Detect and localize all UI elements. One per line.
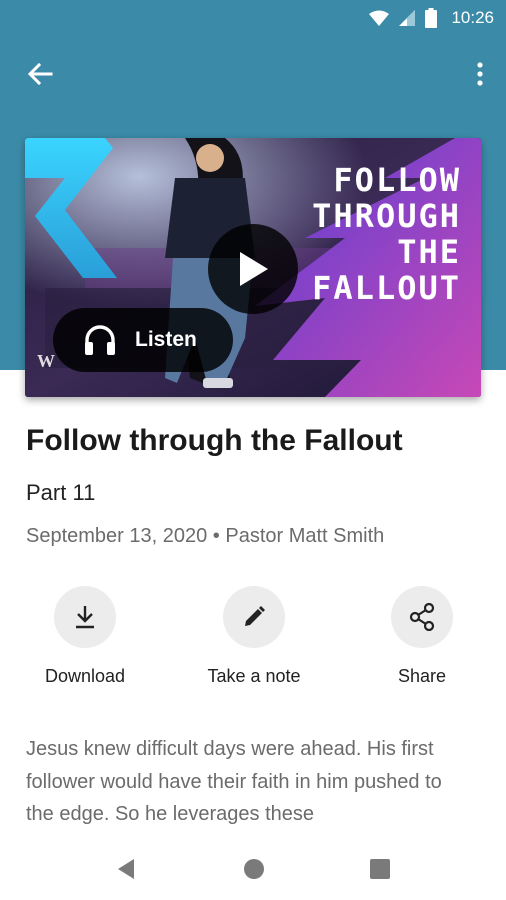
nav-recents-icon (370, 859, 390, 879)
more-vert-icon (477, 62, 483, 86)
sermon-date-speaker: September 13, 2020 • Pastor Matt Smith (26, 525, 385, 547)
system-nav-bar (0, 840, 506, 900)
arrow-back-icon (27, 62, 53, 86)
app-bar (0, 48, 506, 100)
nav-back-button[interactable] (111, 854, 141, 884)
more-options-button[interactable] (468, 58, 492, 90)
back-button[interactable] (20, 58, 60, 90)
download-label: Download (44, 666, 126, 686)
listen-label: Listen (135, 328, 197, 351)
take-note-label: Take a note (207, 666, 301, 686)
status-time: 10:26 (451, 8, 494, 27)
share-button[interactable]: Share (352, 586, 492, 687)
sermon-media-card[interactable]: FOLLOW THROUGH THE FALLOUT W Listen (25, 138, 481, 397)
take-note-button[interactable]: Take a note (184, 586, 324, 687)
nav-recents-button[interactable] (365, 854, 395, 884)
battery-icon (425, 8, 438, 28)
sermon-title: Follow through the Fallout (26, 424, 403, 457)
download-button[interactable]: Download (15, 586, 155, 687)
sermon-part: Part 11 (26, 480, 96, 505)
share-label: Share (397, 666, 447, 686)
sermon-description: Jesus knew difficult days were ahead. Hi… (26, 738, 442, 825)
listen-button[interactable]: Listen (53, 308, 233, 372)
nav-home-icon (244, 859, 264, 879)
take-note-circle (223, 586, 285, 648)
play-icon (240, 252, 268, 286)
brand-mark: W (37, 351, 55, 371)
action-row: Download Take a note Share (0, 586, 506, 696)
pencil-icon (245, 606, 265, 626)
cell-signal-icon (399, 10, 416, 26)
wifi-icon (369, 10, 390, 26)
play-button[interactable] (208, 224, 298, 314)
download-circle (54, 586, 116, 648)
status-bar: 10:26 (0, 0, 506, 36)
share-icon (409, 603, 435, 631)
share-circle (391, 586, 453, 648)
artwork-title: FOLLOW THROUGH THE FALLOUT (312, 161, 461, 307)
nav-home-button[interactable] (239, 854, 269, 884)
status-icons: 10:26 (369, 6, 494, 30)
nav-back-icon (118, 859, 134, 879)
download-icon (76, 606, 94, 629)
headphones-icon (85, 325, 115, 355)
